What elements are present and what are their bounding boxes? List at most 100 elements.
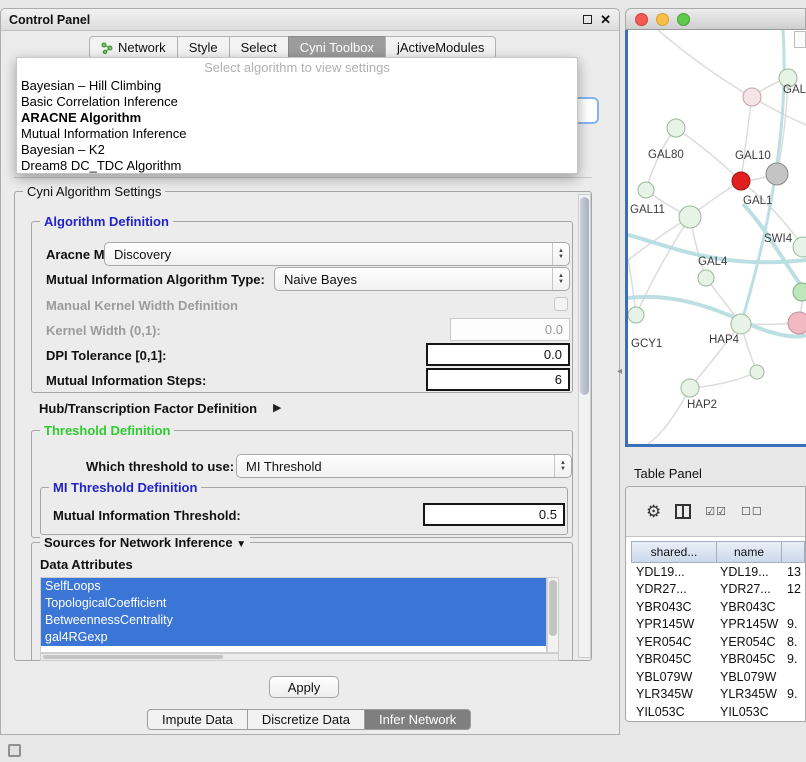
network-node[interactable] [750,365,764,379]
menu-item-mutual-information[interactable]: Mutual Information Inference [17,126,577,142]
collapse-right-icon[interactable]: ▶ [273,401,281,414]
tab-network[interactable]: Network [89,36,178,59]
network-node[interactable] [638,182,654,198]
menu-item-basic-correlation[interactable]: Basic Correlation Inference [17,94,577,110]
deselect-all-icon[interactable]: ☐☐ [741,505,763,518]
window-title: Control Panel [9,13,90,27]
settings-scrollbar-thumb[interactable] [580,197,589,395]
close-traffic-light-icon[interactable] [635,13,648,26]
menu-item-bayesian-hill-climbing[interactable]: Bayesian – Hill Climbing [17,78,577,94]
network-node[interactable] [681,379,699,397]
gear-icon[interactable]: ⚙ [646,502,661,522]
table-row[interactable]: YBR045CYBR045C9. [632,651,806,669]
hub-definition-label: Hub/Transcription Factor Definition [39,401,257,416]
mi-type-select[interactable]: Naive Bayes ▲▼ [274,267,570,291]
menu-item-bayesian-k2[interactable]: Bayesian – K2 [17,142,577,158]
data-attributes-label: Data Attributes [40,557,133,572]
panel-splitter-handle[interactable]: ◂ [617,366,622,377]
tab-jactivemodules[interactable]: jActiveModules [385,36,496,59]
cyni-algorithm-settings-group: Cyni Algorithm Settings Algorithm Defini… [14,191,592,661]
float-window-icon[interactable] [583,15,592,24]
list-item-selfloops[interactable]: SelfLoops [41,578,546,595]
table-body: YDL19...YDL19...13 YDR27...YDR27...12 YB… [632,563,806,721]
control-panel-window: Control Panel ✕ Network Style Select Cyn… [0,8,620,735]
column-chooser-icon[interactable] [675,504,691,519]
table-row[interactable]: YIL053CYIL053C [632,703,806,721]
data-attributes-list: SelfLoops TopologicalCoefficient Between… [40,577,547,653]
mi-steps-input[interactable]: 6 [426,368,570,391]
sources-group-title[interactable]: Sources for Network Inference ▼ [40,535,250,550]
network-node-red[interactable] [732,172,750,190]
tab-select[interactable]: Select [229,36,289,59]
network-node-pink[interactable] [788,312,806,334]
table-panel: ⚙ ☑☑ ☐☐ shared... name YDL19...YDL19...1… [625,486,806,722]
settings-scrollbar[interactable] [578,194,591,658]
apply-button[interactable]: Apply [269,676,339,698]
network-node[interactable] [731,314,751,334]
tab-style[interactable]: Style [177,36,230,59]
node-label: GCY1 [631,338,662,350]
aracne-mode-select[interactable]: Discovery ▲▼ [104,242,570,266]
node-label: GAL [783,84,806,96]
panel-dock-icon[interactable] [8,744,21,757]
tab-cyni-toolbox[interactable]: Cyni Toolbox [288,36,386,59]
expand-down-icon: ▼ [236,539,246,550]
tab-discretize-data[interactable]: Discretize Data [247,709,365,730]
menu-item-dream8[interactable]: Dream8 DC_TDC Algorithm [17,158,577,174]
node-label: HAP4 [709,334,740,346]
mi-type-label: Mutual Information Algorithm Type: [46,272,265,287]
dpi-tolerance-input[interactable]: 0.0 [426,343,570,366]
list-item-betweennesscentrality[interactable]: BetweennessCentrality [41,612,546,629]
network-node[interactable] [679,206,701,228]
network-scrollbar[interactable] [794,31,806,48]
network-canvas[interactable]: GAL GAL80 GAL10 GAL11 GAL1 SWI4 GAL4 GCY… [625,30,806,447]
algorithm-definition-group: Algorithm Definition Aracne Mode: Discov… [31,221,573,393]
mi-threshold-group-title: MI Threshold Definition [49,480,201,495]
table-header-name[interactable]: name [716,541,782,563]
attributes-list-scrollbar[interactable] [547,577,559,653]
node-label: GAL4 [698,256,728,268]
tab-infer-network[interactable]: Infer Network [364,709,471,730]
node-label: HAP2 [687,399,717,411]
menu-item-aracne[interactable]: ARACNE Algorithm [17,110,577,126]
which-threshold-select[interactable]: MI Threshold ▲▼ [236,454,572,478]
attributes-scrollbar-thumb[interactable] [549,580,557,636]
tab-impute-data[interactable]: Impute Data [147,709,248,730]
network-node[interactable] [628,307,644,323]
table-header-row: shared... name [632,541,805,563]
settings-group-title: Cyni Algorithm Settings [23,184,165,199]
minimize-traffic-light-icon[interactable] [656,13,669,26]
list-item-gal4rgexp[interactable]: gal4RGexp [41,629,546,646]
network-graph: GAL GAL80 GAL10 GAL11 GAL1 SWI4 GAL4 GCY… [628,30,806,444]
network-node[interactable] [793,283,806,301]
algorithm-definition-title: Algorithm Definition [40,214,173,229]
manual-kernel-width-label: Manual Kernel Width Definition [46,298,238,313]
table-row[interactable]: YPR145WYPR145W9. [632,616,806,634]
node-label: GAL10 [735,150,771,162]
threshold-definition-group: Threshold Definition Which threshold to … [31,430,573,538]
network-node[interactable] [793,237,806,257]
select-all-icon[interactable]: ☑☑ [705,505,727,518]
table-row[interactable]: YDL19...YDL19...13 [632,563,806,581]
attributes-h-scrollbar[interactable] [40,653,559,661]
kernel-width-input[interactable]: 0.0 [450,318,570,341]
table-row[interactable]: YDR27...YDR27...12 [632,581,806,599]
network-node[interactable] [743,88,761,106]
attributes-h-scrollbar-thumb[interactable] [43,655,223,659]
list-item-topologicalcoefficient[interactable]: TopologicalCoefficient [41,595,546,612]
table-row[interactable]: YBR043CYBR043C [632,598,806,616]
table-row[interactable]: YLR345WYLR345W9. [632,686,806,704]
close-icon[interactable]: ✕ [600,14,611,26]
network-view-window: GAL GAL80 GAL10 GAL11 GAL1 SWI4 GAL4 GCY… [625,8,806,447]
table-header-shared-name[interactable]: shared... [631,541,717,563]
table-header-col3[interactable] [781,541,805,563]
network-node[interactable] [698,270,714,286]
node-label: GAL1 [743,195,772,207]
manual-kernel-width-checkbox[interactable] [554,297,568,311]
network-node[interactable] [667,119,685,137]
table-row[interactable]: YBL079WYBL079W [632,668,806,686]
zoom-traffic-light-icon[interactable] [677,13,690,26]
network-node-gray[interactable] [766,163,788,185]
table-row[interactable]: YER054CYER054C8. [632,633,806,651]
mi-threshold-input[interactable]: 0.5 [423,503,565,526]
